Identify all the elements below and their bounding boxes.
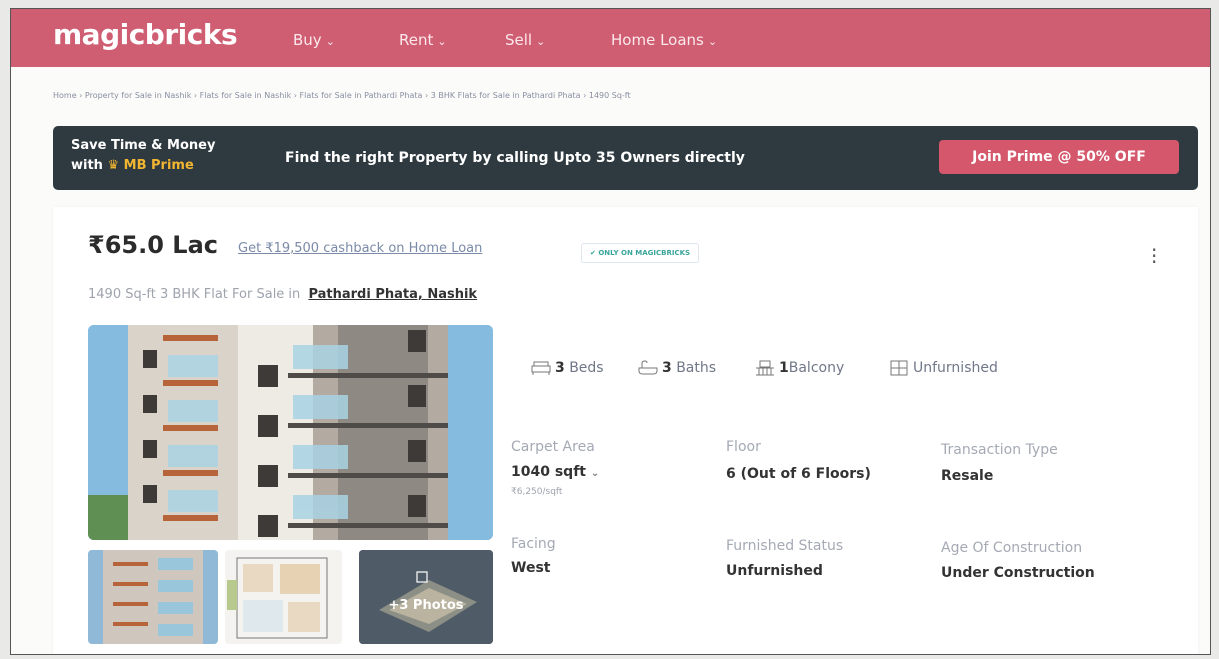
prime-message: Find the right Property by calling Upto …: [285, 150, 745, 166]
nav-buy-label: Buy: [293, 31, 322, 49]
nav-rent-label: Rent: [399, 31, 434, 49]
nav-sell-label: Sell: [505, 31, 533, 49]
transaction-type-value: Resale: [941, 468, 994, 484]
floor-value: 6 (Out of 6 Floors): [726, 466, 871, 482]
more-photos-label: +3 Photos: [388, 598, 464, 613]
page-frame: magicbricks Buy ⌄ Rent ⌄ Sell ⌄ Home Loans ⌄…: [10, 8, 1211, 655]
thumbnail-building-image: [88, 550, 218, 644]
magicbricks-logo[interactable]: magicbricks: [53, 18, 238, 51]
main-property-photo[interactable]: [88, 325, 493, 540]
amenity-furnishing: Unfurnished: [889, 360, 998, 376]
chevron-down-icon: ⌄: [590, 468, 600, 479]
facing-value: West: [511, 560, 551, 576]
carpet-area-value[interactable]: 1040 sqft ⌄: [511, 464, 599, 480]
thumbnail-3d-plan[interactable]: +3 Photos: [359, 550, 493, 644]
check-icon: ✔: [590, 249, 596, 257]
bath-icon: [638, 360, 658, 375]
nav-sell[interactable]: Sell ⌄: [505, 31, 545, 49]
nav-home-loans-label: Home Loans: [611, 31, 704, 49]
property-price: ₹65.0 Lac: [88, 231, 218, 259]
carpet-area-label: Carpet Area: [511, 439, 595, 455]
prime-tagline-line1: Save Time & Money: [71, 138, 216, 153]
carpet-rate: ₹6,250/sqft: [511, 487, 563, 497]
balcony-icon: [756, 360, 774, 376]
beds-label: Beds: [569, 360, 604, 376]
baths-label: Baths: [676, 360, 717, 376]
floor-label: Floor: [726, 439, 761, 455]
join-prime-button[interactable]: Join Prime @ 50% OFF: [939, 140, 1179, 174]
balcony-count: 1: [779, 360, 789, 376]
prime-brand: MB Prime: [123, 158, 194, 173]
chevron-down-icon: ⌄: [707, 35, 718, 48]
facing-label: Facing: [511, 536, 556, 552]
nav-buy[interactable]: Buy ⌄: [293, 31, 335, 49]
thumbnail-floor-plan[interactable]: [225, 550, 342, 644]
exclusive-label: ONLY ON MAGICBRICKS: [598, 249, 691, 257]
3d-plan-image: [359, 550, 493, 644]
chevron-down-icon: ⌄: [536, 35, 546, 48]
breadcrumb[interactable]: Home › Property for Sale in Nashik › Fla…: [53, 91, 631, 100]
property-subtitle-text: 1490 Sq-ft 3 BHK Flat For Sale in: [88, 287, 301, 302]
nav-rent[interactable]: Rent ⌄: [399, 31, 447, 49]
nav-home-loans[interactable]: Home Loans ⌄: [611, 31, 717, 49]
furnishing-label: Unfurnished: [913, 360, 998, 376]
property-subtitle: 1490 Sq-ft 3 BHK Flat For Sale in Pathar…: [88, 287, 477, 302]
more-options-icon[interactable]: · · ·: [1151, 240, 1157, 272]
prime-tagline-with: with: [71, 158, 103, 173]
top-nav-bar: magicbricks Buy ⌄ Rent ⌄ Sell ⌄ Home Loans ⌄: [11, 9, 1210, 67]
chevron-down-icon: ⌄: [325, 35, 335, 48]
furnished-status-label: Furnished Status: [726, 538, 844, 554]
baths-count: 3: [662, 360, 672, 376]
mb-prime-banner: Save Time & Money with ♛ MB Prime Find t…: [53, 126, 1198, 190]
bed-icon: [531, 361, 551, 375]
prime-tagline: Save Time & Money with ♛ MB Prime: [71, 136, 215, 176]
wardrobe-icon: [890, 360, 908, 376]
balcony-label: Balcony: [788, 360, 845, 376]
amenity-baths: 3 Baths: [638, 360, 716, 376]
amenity-beds: 3 Beds: [531, 360, 604, 376]
carpet-area-text: 1040 sqft: [511, 464, 586, 480]
location-link[interactable]: Pathardi Phata, Nashik: [308, 287, 477, 302]
thumbnail-building[interactable]: [88, 550, 218, 644]
cashback-link[interactable]: Get ₹19,500 cashback on Home Loan: [238, 241, 482, 256]
age-of-construction-label: Age Of Construction: [941, 540, 1083, 556]
age-of-construction-value: Under Construction: [941, 565, 1095, 581]
exclusive-badge: ✔ ONLY ON MAGICBRICKS: [581, 243, 700, 263]
floor-plan-image: [225, 550, 342, 644]
furnished-status-value: Unfurnished: [726, 563, 823, 579]
amenity-balcony: 1Balcony: [755, 360, 844, 376]
building-photo: [88, 325, 493, 540]
property-card: ₹65.0 Lac Get ₹19,500 cashback on Home L…: [53, 207, 1198, 654]
chevron-down-icon: ⌄: [437, 35, 447, 48]
beds-count: 3: [555, 360, 565, 376]
crown-icon: ♛: [107, 158, 120, 173]
transaction-type-label: Transaction Type: [941, 442, 1058, 458]
